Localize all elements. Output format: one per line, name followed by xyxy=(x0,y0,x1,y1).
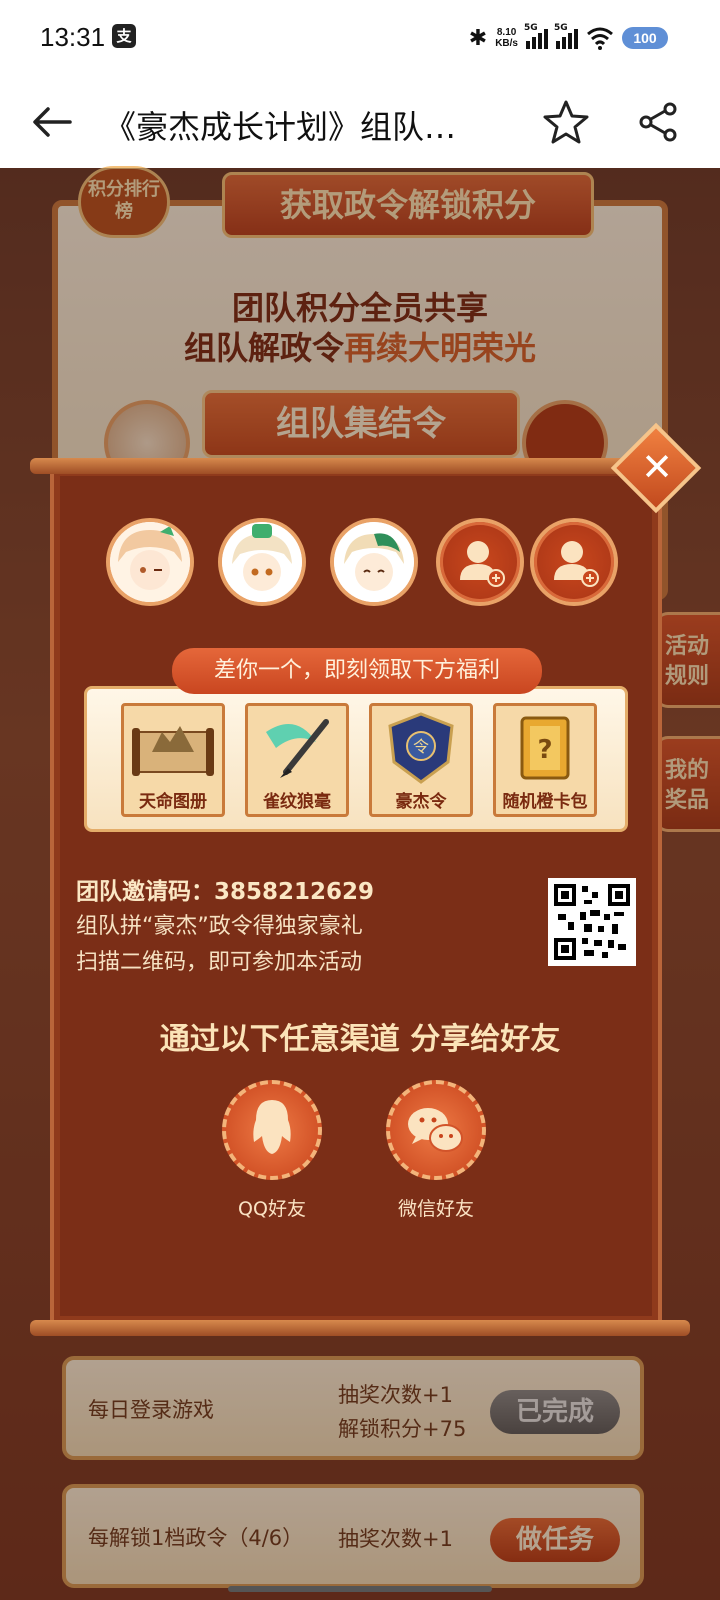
alipay-notification-icon: 支 xyxy=(112,24,136,48)
share-icon[interactable] xyxy=(636,100,680,144)
reward-item[interactable]: 令 豪杰令 xyxy=(369,703,473,817)
reward-item[interactable]: 雀纹狼毫 xyxy=(245,703,349,817)
wifi-icon xyxy=(587,27,613,50)
favorite-star-icon[interactable] xyxy=(542,98,590,146)
empty-slot-add-member[interactable] xyxy=(530,518,618,606)
reward-banner: 差你一个，即刻领取下方福利 xyxy=(172,648,542,694)
share-qq-label: QQ好友 xyxy=(238,1198,306,1220)
back-arrow-icon[interactable] xyxy=(30,100,74,144)
scroll-rod-bottom xyxy=(30,1320,690,1336)
invite-description: 扫描二维码，即可参加本活动 xyxy=(76,950,363,975)
character-portrait-icon xyxy=(110,522,190,602)
reward-item[interactable]: ? 随机橙卡包 xyxy=(493,703,597,817)
token-icon: 令 xyxy=(388,712,454,784)
battery-indicator: 100 xyxy=(622,27,668,49)
reward-item[interactable]: 天命图册 xyxy=(121,703,225,817)
share-wechat-button[interactable] xyxy=(386,1080,486,1180)
team-member-avatar[interactable] xyxy=(218,518,306,606)
network-speed: 8.10 KB/s xyxy=(495,27,518,49)
share-qq-button[interactable] xyxy=(222,1080,322,1180)
share-section-title: 通过以下任意渠道 分享给好友 xyxy=(159,1022,561,1057)
signal-strength-icon: 5G xyxy=(524,23,548,49)
nav-bar: 《豪杰成长计划》组队… xyxy=(0,76,720,168)
share-wechat-label: 微信好友 xyxy=(397,1198,474,1220)
close-icon[interactable]: ✕ xyxy=(634,444,680,490)
status-bar: 13:31 支 ✱ 8.10 KB/s 5G 5G 100 xyxy=(0,0,720,76)
wechat-icon xyxy=(408,1108,463,1152)
reward-panel: 天命图册 雀纹狼毫 令 豪杰令 ? 随机橙卡包 xyxy=(84,686,628,832)
team-invite-code[interactable]: 团队邀请码：3858212629 xyxy=(76,872,374,906)
qq-penguin-icon xyxy=(253,1100,291,1154)
svg-text:?: ? xyxy=(537,735,552,765)
status-indicators: ✱ 8.10 KB/s 5G 5G 100 xyxy=(468,23,668,52)
brush-icon xyxy=(266,719,329,778)
empty-slot-add-member[interactable] xyxy=(436,518,524,606)
character-portrait-icon xyxy=(222,522,302,602)
home-gesture-bar[interactable] xyxy=(228,1586,492,1592)
team-member-avatar[interactable] xyxy=(330,518,418,606)
invite-description: 组队拼“豪杰”政令得独家豪礼 xyxy=(76,914,363,939)
qr-code-icon xyxy=(554,884,630,960)
character-portrait-icon xyxy=(334,522,414,602)
mystery-card-icon: ? xyxy=(520,716,570,780)
scroll-map-icon xyxy=(132,726,214,776)
add-user-icon xyxy=(554,541,599,587)
add-user-icon xyxy=(460,541,505,587)
status-time: 13:31 xyxy=(40,22,106,52)
page-title: 《豪杰成长计划》组队… xyxy=(104,108,457,146)
team-member-avatars xyxy=(106,518,618,608)
svg-text:令: 令 xyxy=(413,737,429,756)
scroll-rod-top xyxy=(30,458,690,474)
signal-strength-icon: 5G xyxy=(554,23,578,49)
qr-code xyxy=(548,878,636,966)
team-member-avatar[interactable] xyxy=(106,518,194,606)
bluetooth-icon: ✱ xyxy=(468,25,488,51)
